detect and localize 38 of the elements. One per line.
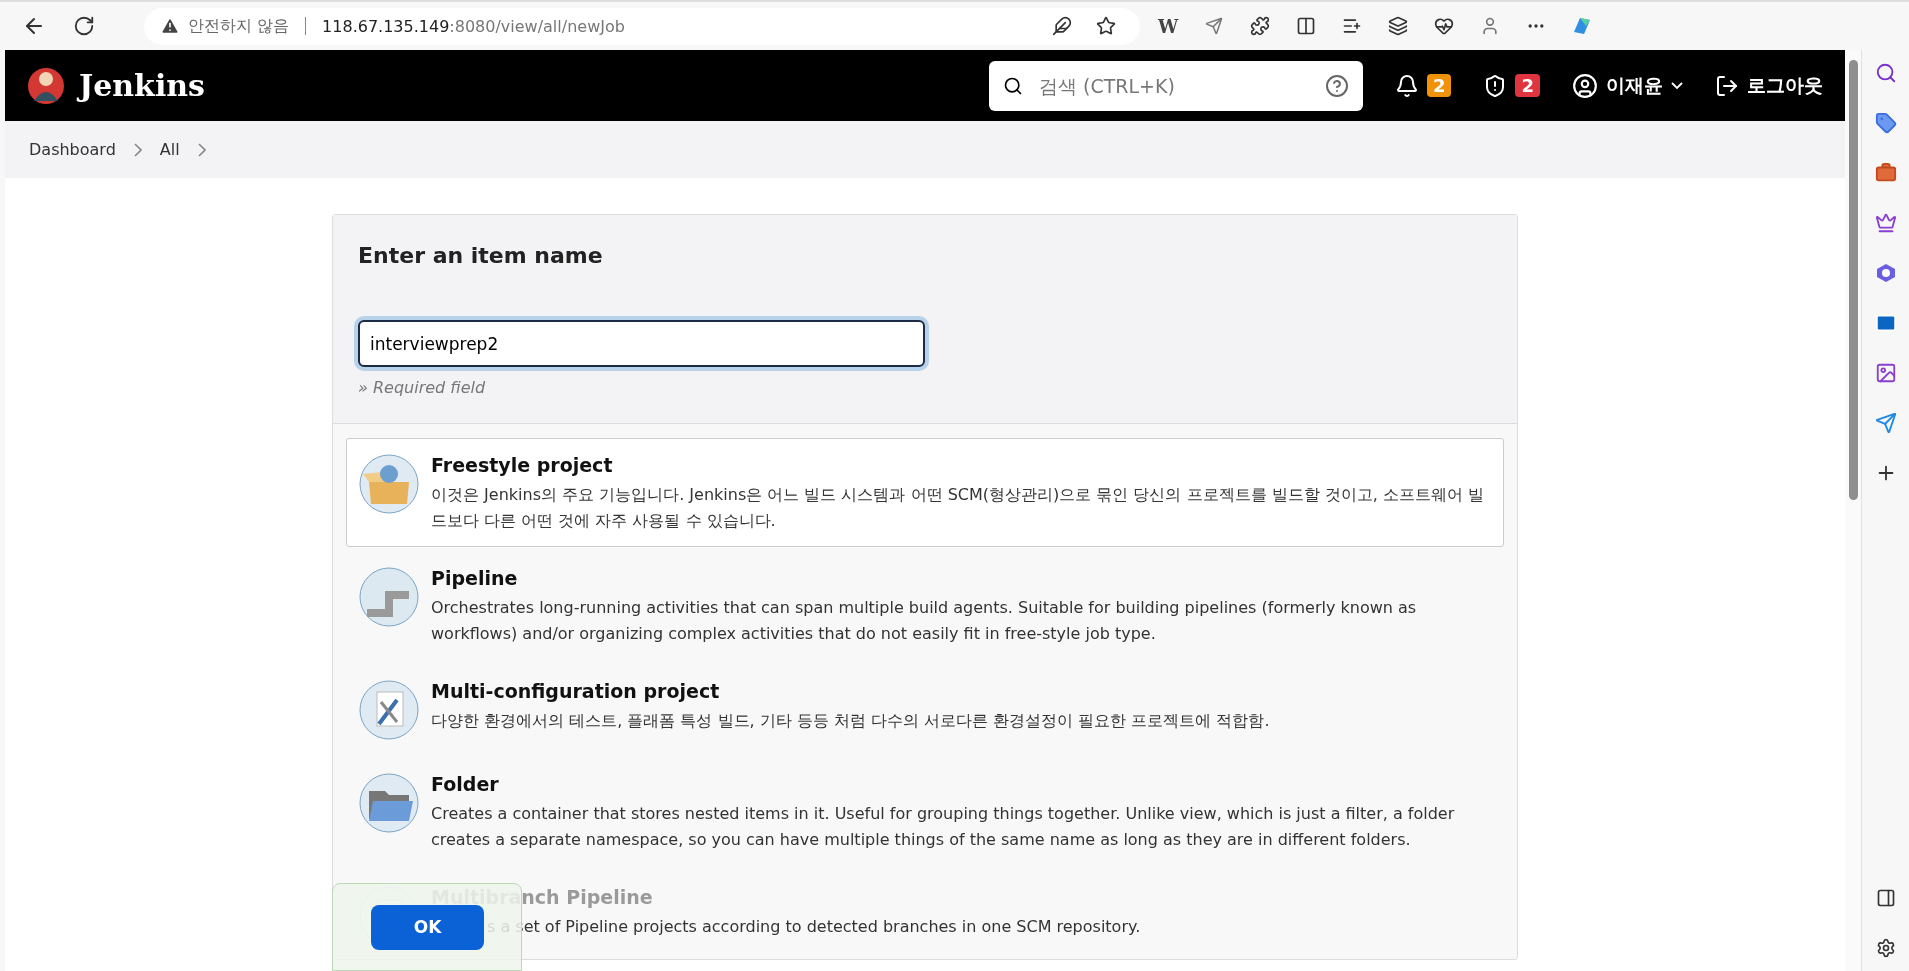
item-type-description: 다양한 환경에서의 테스트, 플래폼 특성 빌드, 기타 등등 처럼 다수의 서로다른 환경설정이 필요한 프로젝트에 적합함.	[431, 710, 1270, 732]
folder-icon	[359, 773, 419, 833]
security-label: 안전하지 않음	[188, 15, 290, 37]
caret-icon	[1671, 81, 1683, 90]
required-hint: » Required field	[358, 378, 487, 397]
search-input[interactable]: 검색 (CTRL+K)	[1036, 73, 1311, 98]
item-type-description: 이것은 Jenkins의 주요 기능입니다. Jenkins은 어느 빌드 시스템과 어떤 SCM(형상관리)으로 묶인 당신의 프로젝트를 빌드할 것이고, 소프트웨어 빌드보다 다른 어떤 것에 자주 사용될 수 있습니다.	[431, 484, 1485, 532]
logout-icon	[1715, 73, 1739, 98]
breadcrumb-link[interactable]: All	[153, 140, 186, 159]
breadcrumb-link[interactable]: Dashboard	[23, 140, 122, 159]
ok-button[interactable]: OK	[371, 904, 484, 950]
package-icon	[359, 454, 419, 514]
extension-button[interactable]: W	[1150, 8, 1186, 44]
item-type-name: Multi-configuration project	[431, 680, 721, 702]
form-title: Enter an item name	[358, 243, 604, 268]
pipe-icon	[359, 567, 419, 627]
item-name-field[interactable]: interviewprep2	[358, 320, 925, 367]
chevron-icon	[197, 142, 206, 157]
search-field[interactable]: 검색 (CTRL+K)	[988, 60, 1363, 111]
bell-icon	[1394, 73, 1419, 98]
item-type-description: Orchestrates long-running activities that can span multiple build agents. Suitable for building pipelines (formerly known as workflows) and/or organizing complex activities that do not easily fit in free-style job type.	[431, 597, 1418, 645]
user-menu[interactable]: 이재윤	[1572, 72, 1683, 99]
search-icon	[1002, 75, 1023, 96]
help-icon[interactable]	[1324, 73, 1349, 98]
address-bar[interactable]: 안전하지 않음 118.67.135.149:8080/view/all/newJob	[144, 7, 1140, 45]
url-text: 118.67.135.149:8080/view/all/newJob	[322, 16, 625, 36]
warning-icon	[160, 16, 180, 36]
item-type-name: Freestyle project	[431, 454, 614, 476]
user-icon	[1572, 72, 1598, 99]
item-type-option[interactable]: Freestyle project 이것은 Jenkins의 주요 기능입니다. Jenkins은 어느 빌드 시스템과 어떤 SCM(형상관리)으로 묶인 당신의 프로젝트를 빌드할 것이고, 소프트웨어 빌드보다 다른 어떤 것에 자주 사용될 수 있습니다.	[346, 438, 1504, 547]
security-button[interactable]: 2	[1483, 73, 1540, 98]
item-type-name: Pipeline	[431, 567, 519, 589]
item-type-description: Creates a container that stores nested items in it. Useful for grouping things together. Unlike view, which is just a filter, a folder creates a separate namespace, so you can have multiple things of the same name as long as they are in different folders.	[431, 803, 1456, 851]
logout-button[interactable]: 로그아웃	[1715, 72, 1823, 99]
item-type-name: Folder	[431, 773, 500, 795]
reload-icon	[73, 15, 95, 37]
item-type-option[interactable]: Multi-configuration project 다양한 환경에서의 테스트, 플래폼 특성 빌드, 기타 등등 처럼 다수의 서로다른 환경설정이 필요한 프로젝트에 적합함.	[346, 664, 1504, 753]
chevron-icon	[133, 142, 142, 157]
